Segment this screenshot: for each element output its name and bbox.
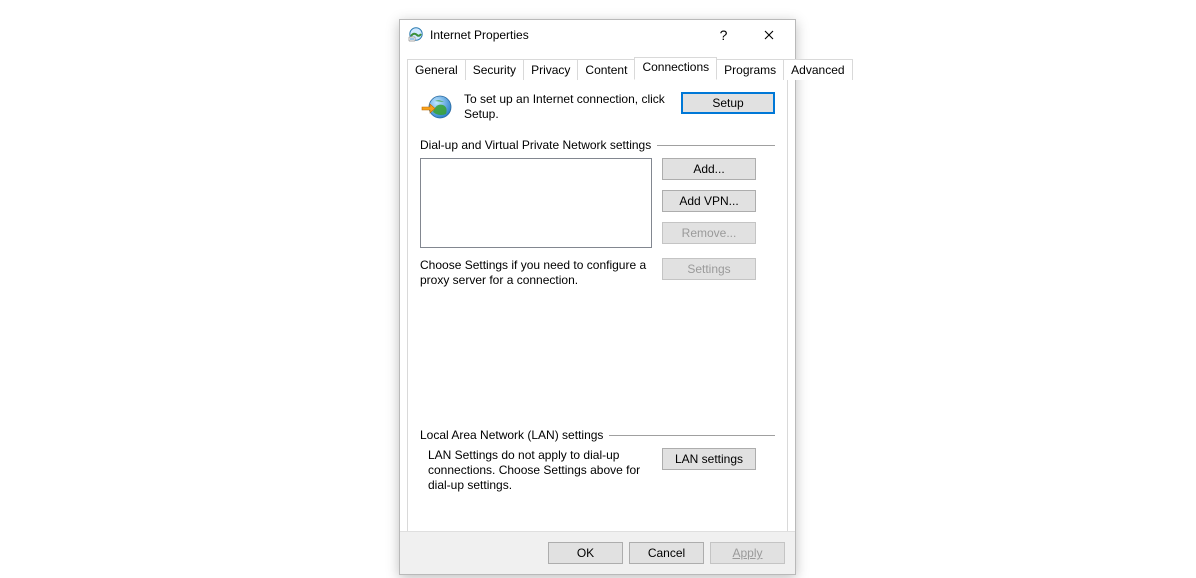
titlebar: Internet Properties ?: [400, 20, 795, 50]
dialog-footer: OK Cancel Apply: [400, 531, 795, 574]
proxy-settings-row: Choose Settings if you need to configure…: [420, 258, 775, 288]
dialup-group-header: Dial-up and Virtual Private Network sett…: [420, 138, 775, 152]
close-button[interactable]: [746, 21, 791, 49]
cancel-button[interactable]: Cancel: [629, 542, 704, 564]
tab-programs[interactable]: Programs: [716, 59, 784, 80]
lan-settings-button[interactable]: LAN settings: [662, 448, 756, 470]
tab-advanced[interactable]: Advanced: [783, 59, 852, 80]
setup-button[interactable]: Setup: [681, 92, 775, 114]
ok-button[interactable]: OK: [548, 542, 623, 564]
add-vpn-button[interactable]: Add VPN...: [662, 190, 756, 212]
setup-row: To set up an Internet connection, click …: [420, 92, 775, 124]
lan-row: LAN Settings do not apply to dial-up con…: [420, 448, 775, 493]
internet-properties-dialog: Internet Properties ? General Security P…: [399, 19, 796, 575]
connections-listbox[interactable]: [420, 158, 652, 248]
proxy-settings-description: Choose Settings if you need to configure…: [420, 258, 652, 288]
settings-button: Settings: [662, 258, 756, 280]
dialup-buttons-column: Add... Add VPN... Remove...: [662, 158, 756, 244]
window-title: Internet Properties: [430, 28, 529, 42]
tab-connections[interactable]: Connections: [634, 57, 717, 80]
apply-button: Apply: [710, 542, 785, 564]
divider-line: [609, 435, 775, 436]
tabs-container: General Security Privacy Content Connect…: [400, 50, 795, 540]
title-area: Internet Properties: [408, 26, 701, 45]
help-button[interactable]: ?: [701, 21, 746, 49]
add-button[interactable]: Add...: [662, 158, 756, 180]
tab-general[interactable]: General: [407, 59, 466, 80]
remove-button: Remove...: [662, 222, 756, 244]
dialup-row: Add... Add VPN... Remove...: [420, 158, 775, 248]
setup-description: To set up an Internet connection, click …: [464, 92, 671, 122]
tab-content[interactable]: Content: [577, 59, 635, 80]
lan-group-header: Local Area Network (LAN) settings: [420, 428, 775, 442]
tab-privacy[interactable]: Privacy: [523, 59, 578, 80]
lan-group: Local Area Network (LAN) settings LAN Se…: [420, 426, 775, 493]
divider-line: [657, 145, 775, 146]
lan-header-label: Local Area Network (LAN) settings: [420, 428, 603, 442]
globe-connect-icon: [420, 92, 454, 124]
lan-description: LAN Settings do not apply to dial-up con…: [420, 448, 652, 493]
tab-security[interactable]: Security: [465, 59, 524, 80]
tab-strip: General Security Privacy Content Connect…: [407, 57, 788, 80]
connections-panel: To set up an Internet connection, click …: [407, 79, 788, 540]
dialup-header-label: Dial-up and Virtual Private Network sett…: [420, 138, 651, 152]
internet-options-icon: [408, 26, 424, 45]
